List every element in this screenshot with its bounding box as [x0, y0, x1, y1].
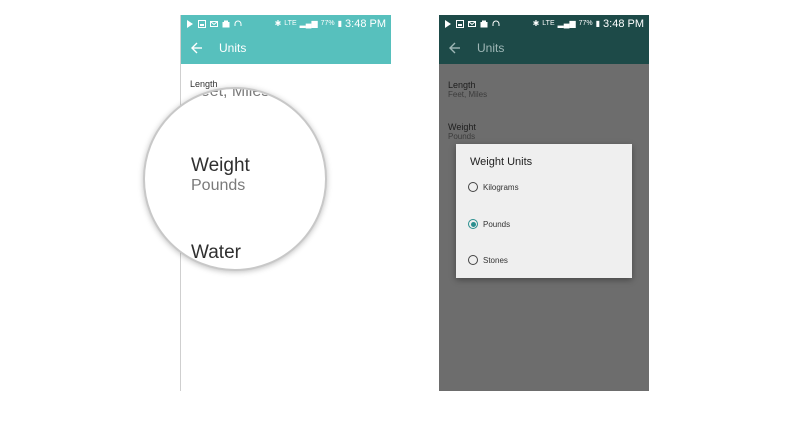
bluetooth-icon: ✱: [532, 19, 540, 28]
battery-icon: ▮: [595, 19, 601, 28]
headset-icon: [234, 20, 242, 28]
setting-value: Pounds: [191, 177, 246, 194]
network-indicator: LTE: [284, 20, 297, 27]
setting-value: Feet, Miles: [191, 87, 270, 100]
setting-length[interactable]: Length Feet, Miles: [448, 80, 487, 99]
app-bar: Units: [439, 32, 649, 64]
page-title: Units: [477, 41, 505, 55]
page-title: Units: [219, 41, 247, 55]
radio-checked-icon[interactable]: [468, 219, 478, 229]
mail-icon: [468, 20, 476, 28]
option-pounds[interactable]: Pounds: [468, 219, 510, 229]
setting-weight-zoom[interactable]: Weight Pounds: [191, 155, 250, 195]
option-kilograms[interactable]: Kilograms: [468, 182, 519, 192]
setting-value: Feet, Miles: [448, 90, 488, 99]
status-bar: ✱ LTE ▂▄▆ 77% ▮ 3:48 PM: [181, 15, 391, 32]
back-arrow-icon[interactable]: [449, 40, 465, 56]
status-bar: ✱ LTE ▂▄▆ 77% ▮ 3:48 PM: [439, 15, 649, 32]
option-label: Stones: [483, 255, 508, 265]
setting-label: Weight: [448, 122, 476, 132]
radio-unchecked-icon[interactable]: [468, 182, 478, 192]
setting-label: Length: [190, 79, 218, 89]
status-time: 3:48 PM: [603, 17, 644, 30]
radio-unchecked-icon[interactable]: [468, 255, 478, 265]
setting-label: Length: [448, 80, 476, 90]
magnifier-callout: Feet, Miles Weight Pounds Water: [143, 87, 327, 271]
option-stones[interactable]: Stones: [468, 255, 508, 265]
image-icon: [456, 19, 464, 28]
battery-percent: 77%: [578, 20, 593, 27]
setting-length[interactable]: Length: [190, 79, 218, 89]
dialog-title: Weight Units: [470, 156, 533, 168]
setting-label: Weight: [191, 155, 250, 176]
app-bar: Units: [181, 32, 391, 64]
setting-weight[interactable]: Weight Pounds: [448, 122, 476, 141]
status-time: 3:48 PM: [345, 17, 386, 30]
headset-icon: [492, 20, 500, 28]
option-label: Kilograms: [483, 182, 519, 192]
signal-icon: ▂▄▆: [299, 19, 318, 28]
play-icon: [186, 19, 194, 28]
image-icon: [198, 19, 206, 28]
length-value-zoom: Feet, Miles: [191, 87, 270, 101]
setting-water-zoom[interactable]: Water: [191, 242, 241, 264]
weight-units-dialog: Weight Units Kilograms Pounds Stones: [456, 144, 632, 278]
gallery-icon: [222, 20, 230, 28]
back-arrow-icon[interactable]: [191, 40, 207, 56]
gallery-icon: [480, 20, 488, 28]
signal-icon: ▂▄▆: [557, 19, 576, 28]
play-icon: [444, 19, 452, 28]
network-indicator: LTE: [542, 20, 555, 27]
battery-percent: 77%: [320, 20, 335, 27]
setting-label: Water: [191, 242, 241, 263]
setting-value: Pounds: [448, 132, 476, 141]
battery-icon: ▮: [337, 19, 343, 28]
option-label: Pounds: [483, 219, 511, 229]
mail-icon: [210, 20, 218, 28]
bluetooth-icon: ✱: [274, 19, 282, 28]
